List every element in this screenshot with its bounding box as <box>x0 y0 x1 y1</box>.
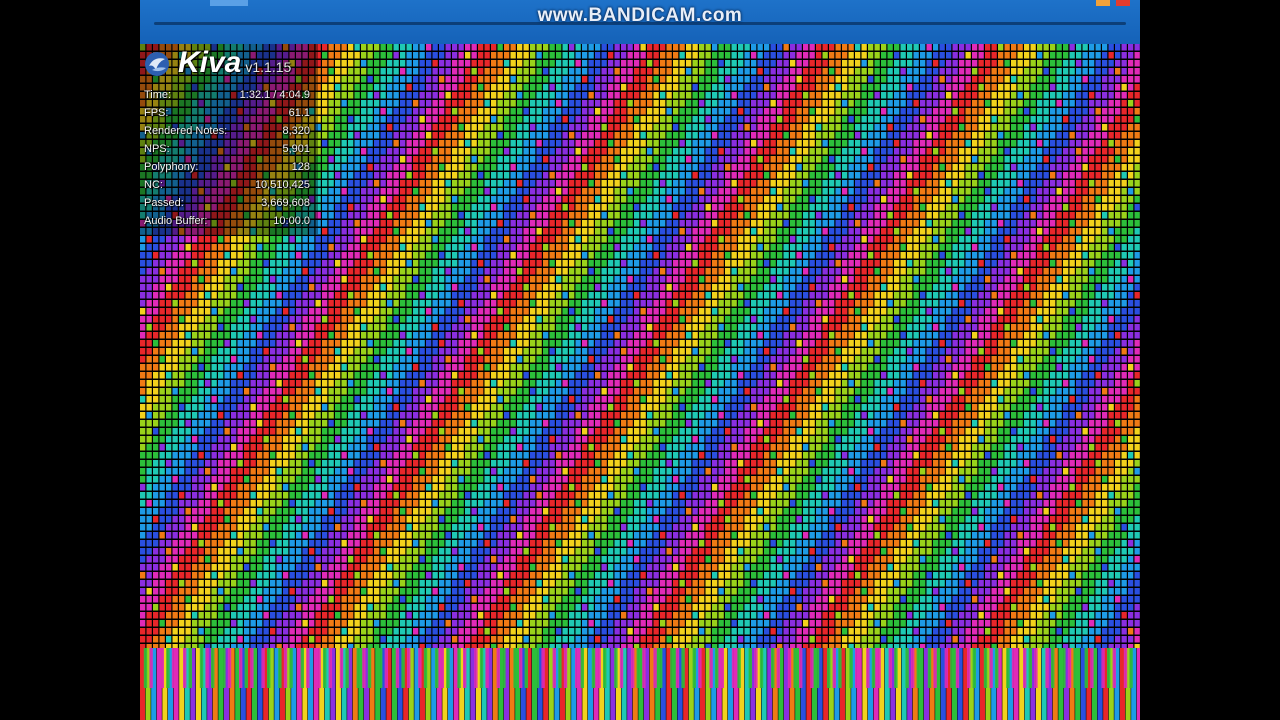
stat-fps: FPS: 61.1 <box>144 104 310 122</box>
kiva-brand: Kiva v1.1.15 <box>144 46 291 82</box>
piano-keyboard <box>140 648 1140 720</box>
bandicam-watermark: www.BANDICAM.com <box>537 5 743 26</box>
keyboard-canvas <box>140 648 1140 720</box>
kiva-logo-icon <box>145 52 169 76</box>
minimize-button[interactable] <box>1096 0 1110 6</box>
stat-polyphony: Polyphony: 128 <box>144 158 310 176</box>
stat-label: NC: <box>144 179 163 191</box>
stat-label: Polyphony: <box>144 161 199 173</box>
stat-time: Time: 1:32.1 / 4:04.9 <box>144 86 310 104</box>
stat-nps: NPS: 5,901 <box>144 140 310 158</box>
close-button[interactable] <box>1116 0 1130 6</box>
stat-label: FPS: <box>144 107 169 119</box>
stat-value: 3,669,608 <box>261 197 310 209</box>
stat-label: Audio Buffer: <box>144 215 208 227</box>
stat-value: 128 <box>291 161 310 173</box>
app-name: Kiva <box>178 46 242 79</box>
stat-value: 8,320 <box>282 125 310 137</box>
stat-label: Passed: <box>144 197 184 209</box>
stat-value: 10,510,425 <box>254 179 310 191</box>
stat-label: Time: <box>144 89 172 101</box>
stat-value: 10:00.0 <box>273 215 310 227</box>
stat-label: Rendered Notes: <box>144 125 228 137</box>
recorder-title-bar: www.BANDICAM.com <box>140 0 1140 44</box>
stats-overlay: Kiva v1.1.15 Time: 1:32.1 / 4:04.9 FPS: … <box>140 44 318 234</box>
video-frame: www.BANDICAM.com Kiva v1.1.15 Time: 1:32… <box>0 0 1280 720</box>
stat-note-count: NC: 10,510,425 <box>144 176 310 194</box>
stat-value: 5,901 <box>282 143 310 155</box>
app-version: v1.1.15 <box>245 59 292 75</box>
stat-audio-buffer: Audio Buffer: 10:00.0 <box>144 212 310 230</box>
stat-value: 1:32.1 / 4:04.9 <box>239 89 310 101</box>
kiva-window: www.BANDICAM.com Kiva v1.1.15 Time: 1:32… <box>140 0 1140 720</box>
stat-rendered-notes: Rendered Notes: 8,320 <box>144 122 310 140</box>
stat-label: NPS: <box>144 143 170 155</box>
stat-value: 61.1 <box>288 107 310 119</box>
stat-passed: Passed: 3,669,608 <box>144 194 310 212</box>
